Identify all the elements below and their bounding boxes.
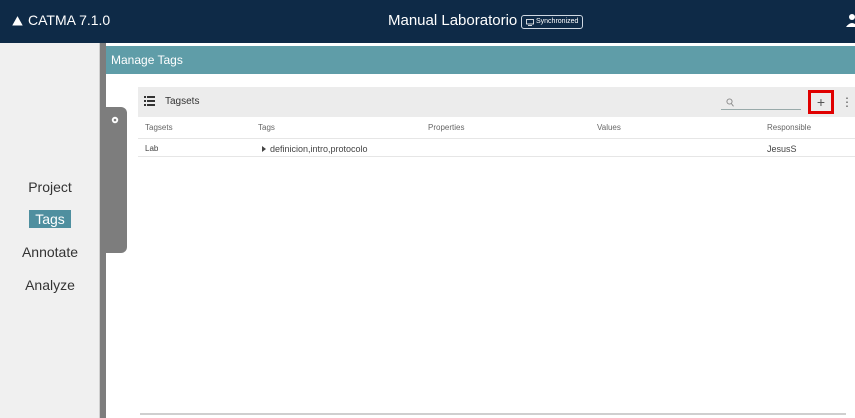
add-icon: +: [816, 94, 826, 110]
catma-logo-icon: [12, 15, 23, 25]
tags-list: definicion,intro,protocolo: [270, 144, 368, 154]
add-tagset-button[interactable]: +: [808, 90, 834, 114]
sync-status-label: Synchronized: [536, 18, 579, 25]
user-icon[interactable]: [846, 13, 855, 27]
sidebar: Project Tags Annotate Analyze: [0, 43, 100, 418]
page-title: Manage Tags: [111, 53, 183, 67]
expand-caret-icon[interactable]: [262, 146, 266, 152]
monitor-icon: [526, 18, 534, 26]
sidebar-item-label: Project: [28, 179, 72, 195]
sidebar-item-label: Analyze: [25, 277, 75, 293]
manage-tags-header: Manage Tags: [106, 46, 855, 74]
search-box[interactable]: [721, 95, 801, 110]
toolbar-title: Tagsets: [165, 96, 200, 107]
tags-cell[interactable]: definicion,intro,protocolo: [262, 144, 368, 154]
brand[interactable]: CATMA 7.1.0: [12, 12, 110, 28]
column-header-properties[interactable]: Properties: [428, 123, 464, 132]
more-vertical-icon: ⋮: [841, 95, 853, 109]
tagset-name-cell[interactable]: Lab: [145, 144, 158, 153]
horizontal-scrollbar[interactable]: [140, 413, 846, 415]
row-divider: [138, 156, 855, 157]
list-icon: [144, 96, 155, 106]
search-input[interactable]: [735, 95, 797, 109]
sidebar-item-label: Tags: [29, 210, 71, 228]
sidebar-item-label: Annotate: [21, 244, 79, 260]
column-header-values[interactable]: Values: [597, 123, 621, 132]
sidebar-item-project[interactable]: Project: [0, 179, 100, 195]
gear-icon[interactable]: [111, 116, 119, 124]
tagsets-toolbar: Tagsets + ⋮: [138, 87, 855, 117]
sidebar-item-analyze[interactable]: Analyze: [0, 277, 100, 293]
brand-name: CATMA 7.1.0: [28, 12, 111, 28]
column-header-tags[interactable]: Tags: [258, 123, 275, 132]
responsible-cell: JesusS: [767, 144, 797, 154]
collapse-panel-tab[interactable]: [102, 107, 127, 253]
column-header-responsible[interactable]: Responsible: [767, 123, 811, 132]
top-bar: CATMA 7.1.0 Manual Laboratorio Synchroni…: [0, 0, 855, 43]
column-header-tagsets[interactable]: Tagsets: [145, 123, 173, 132]
search-icon: [726, 98, 734, 107]
sidebar-item-tags[interactable]: Tags: [0, 210, 100, 228]
sidebar-item-annotate[interactable]: Annotate: [0, 244, 100, 260]
header-divider: [138, 138, 855, 139]
project-title: Manual Laboratorio: [388, 12, 518, 29]
more-options-button[interactable]: ⋮: [841, 93, 853, 111]
sync-status-badge[interactable]: Synchronized: [521, 15, 584, 29]
